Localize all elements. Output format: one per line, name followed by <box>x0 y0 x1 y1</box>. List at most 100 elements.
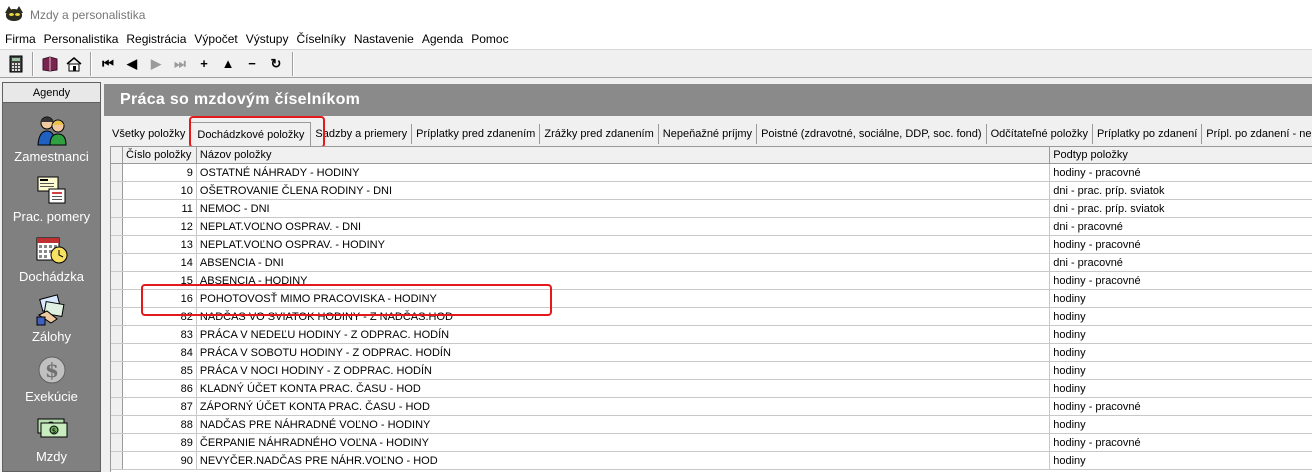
menu-pomoc[interactable]: Pomoc <box>468 32 513 46</box>
toolbar: ⏮ ◀ ▶ ⏭ + ▲ − ↻ <box>0 49 1312 78</box>
table-row[interactable]: 83 PRÁCA V NEDEĽU HODINY - Z ODPRAC. HODÍ… <box>111 326 1312 344</box>
cell-number: 11 <box>123 200 197 217</box>
cell-name: PRÁCA V NEDEĽU HODINY - Z ODPRAC. HODÍN <box>197 326 1051 343</box>
table-row[interactable]: 15 ABSENCIA - HODINY hodiny - pracovné <box>111 272 1312 290</box>
row-indicator <box>111 434 123 451</box>
window-title: Mzdy a personalistika <box>30 7 146 22</box>
sidebar-item-mzdy[interactable]: $ Mzdy <box>3 403 100 464</box>
tab-zrazky-pred-zdanenim[interactable]: Zrážky pred zdanením <box>540 124 659 144</box>
menu-ciselniky[interactable]: Číselníky <box>293 32 350 46</box>
cell-name: KLADNÝ ÚČET KONTA PRAC. ČASU - HOD <box>197 380 1051 397</box>
table-row[interactable]: 12 NEPLAT.VOĽNO OSPRAV. - DNI dni - pracov… <box>111 218 1312 236</box>
items-table: Číslo položky Názov položky Podtyp polož… <box>110 146 1312 472</box>
menu-vystupy[interactable]: Výstupy <box>243 32 294 46</box>
tab-pripl-po-zdaneni-nemo[interactable]: Prípl. po zdanení - nemo <box>1202 124 1312 144</box>
table-row[interactable]: 82 NADČAS VO SVIATOK HODINY - Z NADČAS.HO… <box>111 308 1312 326</box>
column-header-name[interactable]: Názov položky <box>197 147 1051 163</box>
agenda-sidebar: Agendy Zamestnanci Prac. pomery Dochádzk… <box>2 82 101 472</box>
row-indicator <box>111 398 123 415</box>
menu-nastavenie[interactable]: Nastavenie <box>351 32 419 46</box>
table-row[interactable]: 10 OŠETROVANIE ČLENA RODINY - DNI dni - pr… <box>111 182 1312 200</box>
row-indicator <box>111 416 123 433</box>
table-row[interactable]: 14 ABSENCIA - DNI dni - pracovné <box>111 254 1312 272</box>
row-indicator <box>111 362 123 379</box>
menu-personalistika[interactable]: Personalistika <box>41 32 124 46</box>
table-row[interactable]: 90 NEVYČER.NADČAS PRE NÁHR.VOĽNO - HOD hod… <box>111 452 1312 470</box>
employment-contract-icon <box>35 173 69 207</box>
table-row[interactable]: 86 KLADNÝ ÚČET KONTA PRAC. ČASU - HOD hodi… <box>111 380 1312 398</box>
row-indicator <box>111 236 123 253</box>
last-record-icon[interactable]: ⏭ <box>168 52 192 76</box>
cell-subtype: hodiny <box>1050 308 1312 325</box>
table-row[interactable]: 11 NEMOC - DNI dni - prac. príp. sviatok <box>111 200 1312 218</box>
cell-name: PRÁCA V SOBOTU HODINY - Z ODPRAC. HODÍN <box>197 344 1051 361</box>
cell-name: NEVYČER.NADČAS PRE NÁHR.VOĽNO - HOD <box>197 452 1051 469</box>
tab-vsetky-polozky[interactable]: Všetky položky <box>108 124 191 144</box>
cell-number: 10 <box>123 182 197 199</box>
cell-number: 86 <box>123 380 197 397</box>
delete-record-icon[interactable]: − <box>240 52 264 76</box>
table-row[interactable]: 87 ZÁPORNÝ ÚČET KONTA PRAC. ČASU - HOD hod… <box>111 398 1312 416</box>
column-header-number[interactable]: Číslo položky <box>123 147 197 163</box>
column-header-subtype[interactable]: Podtyp položky <box>1050 147 1312 163</box>
first-record-icon[interactable]: ⏮ <box>96 52 120 76</box>
calculator-icon[interactable] <box>4 52 28 76</box>
cell-subtype: dni - prac. príp. sviatok <box>1050 200 1312 217</box>
cell-subtype: hodiny <box>1050 326 1312 343</box>
cell-number: 14 <box>123 254 197 271</box>
next-record-icon[interactable]: ▶ <box>144 52 168 76</box>
table-row[interactable]: 88 NADČAS PRE NÁHRADNÉ VOĽNO - HODINY hodi… <box>111 416 1312 434</box>
cell-subtype: hodiny - pracovné <box>1050 236 1312 253</box>
cell-subtype: hodiny <box>1050 380 1312 397</box>
tab-odcitatelne-polozky[interactable]: Odčítateľné položky <box>987 124 1093 144</box>
table-row[interactable]: 89 ČERPANIE NÁHRADNÉHO VOĽNA - HODINY hodi… <box>111 434 1312 452</box>
toolbar-separator <box>90 51 92 76</box>
tab-priplatky-pred-zdanenim[interactable]: Príplatky pred zdanením <box>412 124 541 144</box>
sidebar-item-zalohy[interactable]: Zálohy <box>3 283 100 344</box>
sidebar-item-label: Zálohy <box>31 329 72 344</box>
cell-name: ABSENCIA - HODINY <box>197 272 1051 289</box>
advances-icon <box>35 293 69 327</box>
cell-name: OSTATNÉ NÁHRADY - HODINY <box>197 164 1051 181</box>
row-indicator <box>111 254 123 271</box>
home-icon[interactable] <box>62 52 86 76</box>
sidebar-item-prac-pomery[interactable]: Prac. pomery <box>3 163 100 224</box>
toolbar-separator <box>32 51 34 76</box>
table-row[interactable]: 9 OSTATNÉ NÁHRADY - HODINY hodiny - pracov… <box>111 164 1312 182</box>
menu-firma[interactable]: Firma <box>2 32 41 46</box>
table-row[interactable]: 85 PRÁCA V NOCI HODINY - Z ODPRAC. HODÍN h… <box>111 362 1312 380</box>
menu-vypocet[interactable]: Výpočet <box>191 32 242 46</box>
table-row[interactable]: 16 POHOTOVOSŤ MIMO PRACOVISKA - HODINY hod… <box>111 290 1312 308</box>
tab-dochadzkove-polozky[interactable]: Dochádzkové položky <box>190 122 312 146</box>
prev-record-icon[interactable]: ◀ <box>120 52 144 76</box>
table-row[interactable]: 13 NEPLAT.VOĽNO OSPRAV. - HODINY hodiny - … <box>111 236 1312 254</box>
sidebar-item-label: Mzdy <box>35 449 68 464</box>
edit-record-icon[interactable]: ▲ <box>216 52 240 76</box>
cell-number: 87 <box>123 398 197 415</box>
tab-sadzby-a-priemery[interactable]: Sadzby a priemery <box>311 124 413 144</box>
cell-number: 90 <box>123 452 197 469</box>
sidebar-item-zamestnanci[interactable]: Zamestnanci <box>3 103 100 164</box>
tab-nepenazne-prijmy[interactable]: Nepeňažné príjmy <box>659 124 758 144</box>
add-record-icon[interactable]: + <box>192 52 216 76</box>
cell-name: NEPLAT.VOĽNO OSPRAV. - DNI <box>197 218 1051 235</box>
book-icon[interactable] <box>38 52 62 76</box>
row-indicator <box>111 452 123 469</box>
menu-agenda[interactable]: Agenda <box>419 32 468 46</box>
row-indicator <box>111 272 123 289</box>
row-indicator <box>111 218 123 235</box>
title-bar: Mzdy a personalistika <box>0 0 1312 29</box>
sidebar-item-exekucie[interactable]: $ Exekúcie <box>3 343 100 404</box>
sidebar-item-dochadzka[interactable]: Dochádzka <box>3 223 100 284</box>
toolbar-separator <box>292 51 294 76</box>
menu-registracia[interactable]: Registrácia <box>123 32 191 46</box>
cell-subtype: hodiny - pracovné <box>1050 398 1312 415</box>
cell-subtype: hodiny - pracovné <box>1050 434 1312 451</box>
sidebar-item-label: Zamestnanci <box>14 149 89 164</box>
tab-priplatky-po-zdaneni[interactable]: Príplatky po zdanení <box>1093 124 1203 144</box>
refresh-icon[interactable]: ↻ <box>264 52 288 76</box>
tab-poistne[interactable]: Poistné (zdravotné, sociálne, DDP, soc. … <box>757 124 987 144</box>
table-row[interactable]: 84 PRÁCA V SOBOTU HODINY - Z ODPRAC. HODÍ… <box>111 344 1312 362</box>
cell-number: 89 <box>123 434 197 451</box>
cell-subtype: dni - prac. príp. sviatok <box>1050 182 1312 199</box>
